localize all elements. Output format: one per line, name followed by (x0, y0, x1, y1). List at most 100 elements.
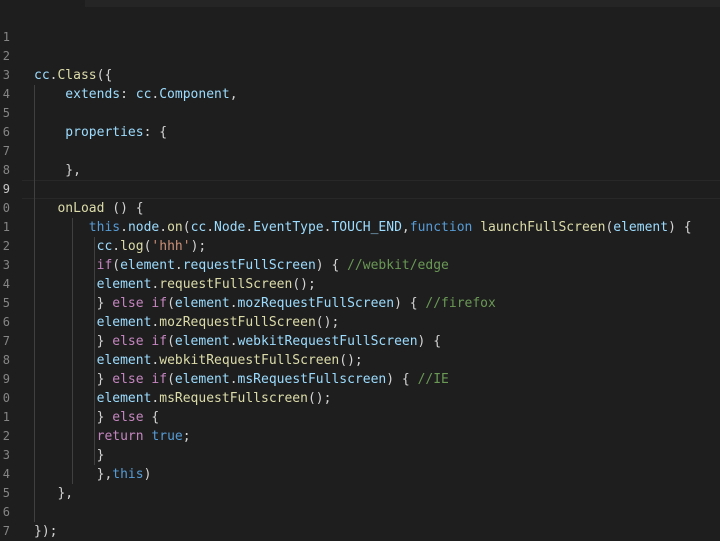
code-token: ) { (386, 372, 418, 387)
code-line[interactable]: 5 (3, 104, 720, 123)
code-token: }, (34, 486, 74, 501)
code-text: cc.log('hhh'); (34, 237, 207, 256)
code-token: element (96, 315, 152, 330)
code-token: if (151, 334, 168, 349)
code-line[interactable]: 3 if(element.requestFullScreen) { //webk… (3, 256, 720, 275)
code-token: . (229, 296, 238, 311)
code-line[interactable]: 6 (3, 503, 720, 522)
code-token: node (127, 220, 160, 235)
code-token: //IE (417, 372, 449, 387)
code-token: 'hhh' (151, 239, 191, 254)
code-token: element (96, 353, 152, 368)
code-text: cc.Class({ (34, 66, 112, 85)
code-token: cc (190, 220, 207, 235)
line-number: 4 (2, 87, 10, 101)
code-text: } else if(element.mozRequestFullScreen) … (34, 294, 496, 313)
line-number: 3 (2, 258, 10, 272)
code-token: cc (96, 239, 113, 254)
code-line[interactable]: 5 } else if(element.mozRequestFullScreen… (3, 294, 720, 313)
line-number: 9 (2, 372, 10, 386)
code-line[interactable]: 2 (3, 47, 720, 66)
code-line[interactable]: 0 element.msRequestFullscreen(); (3, 389, 720, 408)
code-line[interactable]: 1 this.node.on(cc.Node.EventType.TOUCH_E… (3, 218, 720, 237)
code-line[interactable]: 8 element.webkitRequestFullScreen(); (3, 351, 720, 370)
code-token: { (143, 410, 160, 425)
code-text: element.mozRequestFullScreen(); (34, 313, 340, 332)
code-token: ; (182, 429, 191, 444)
code-token: true (151, 429, 183, 444)
code-line[interactable]: 2 cc.log('hhh'); (3, 237, 720, 256)
code-line[interactable]: 1 (3, 28, 720, 47)
code-line[interactable]: 8 }, (3, 161, 720, 180)
code-token: function (409, 220, 473, 235)
code-text: }); (34, 522, 57, 541)
code-line[interactable]: 4 element.requestFullScreen(); (3, 275, 720, 294)
editor-tab-bar (0, 0, 720, 7)
line-number: 4 (2, 277, 10, 291)
code-token: this (88, 220, 121, 235)
code-line[interactable]: 9 } else if(element.msRequestFullscreen)… (3, 370, 720, 389)
code-token: , (229, 87, 238, 102)
code-token: on (167, 220, 183, 235)
code-line[interactable]: 5 }, (3, 484, 720, 503)
code-line[interactable]: 4 },this) (3, 465, 720, 484)
code-editor[interactable]: 1 2 3 cc.Class({4 extends: cc.Component, 5 6 … (3, 7, 720, 539)
code-token: else (112, 334, 144, 349)
line-number: 7 (2, 524, 10, 538)
code-token: ) { (394, 296, 426, 311)
code-token: cc (34, 68, 50, 83)
code-text: this.node.on(cc.Node.EventType.TOUCH_END… (34, 218, 692, 237)
code-line[interactable]: 6 element.mozRequestFullScreen(); (3, 313, 720, 332)
code-token: else (112, 296, 144, 311)
line-number: 5 (2, 486, 10, 500)
line-number: 0 (2, 201, 10, 215)
code-line[interactable]: 1 } else { (3, 408, 720, 427)
code-token: ) (143, 467, 152, 482)
line-number: 1 (2, 220, 10, 234)
code-text: } else { (34, 408, 160, 427)
code-line[interactable]: 3 } (3, 446, 720, 465)
line-number: 9 (2, 182, 10, 196)
line-number: 3 (2, 448, 10, 462)
code-line[interactable]: 9 (3, 180, 720, 200)
code-token: . (206, 220, 215, 235)
code-text: } else if(element.webkitRequestFullScree… (34, 332, 441, 351)
code-token: element (174, 372, 230, 387)
indent-guide (94, 237, 95, 465)
code-text: properties: { (34, 123, 167, 142)
code-token: //firefox (425, 296, 496, 311)
code-line[interactable]: 6 properties: { (3, 123, 720, 142)
code-line[interactable]: 7 } else if(element.webkitRequestFullScr… (3, 332, 720, 351)
code-token: . (159, 220, 168, 235)
line-number: 2 (2, 239, 10, 253)
line-number: 6 (2, 125, 10, 139)
code-line[interactable]: 3 cc.Class({ (3, 66, 720, 85)
code-token: ( (167, 334, 175, 349)
code-token: msRequestFullscreen (237, 372, 387, 387)
code-text: element.requestFullScreen(); (34, 275, 316, 294)
code-line[interactable]: 7 (3, 142, 720, 161)
code-token: (); (315, 315, 340, 330)
line-number: 2 (2, 429, 10, 443)
line-number: 5 (2, 106, 10, 120)
code-line[interactable]: 2 return true; (3, 427, 720, 446)
code-token: element (613, 220, 669, 235)
code-line[interactable]: 0 onLoad () { (3, 199, 720, 218)
line-number: 7 (2, 334, 10, 348)
code-token: . (229, 372, 238, 387)
code-token: if (151, 296, 168, 311)
code-token: (); (339, 353, 363, 368)
code-text: },this) (34, 465, 152, 484)
code-text: if(element.requestFullScreen) { //webkit… (34, 256, 449, 275)
code-token: ( (112, 258, 121, 273)
code-token: ( (182, 220, 191, 235)
code-token: if (151, 372, 168, 387)
code-line[interactable]: 7}); (3, 522, 720, 541)
code-line[interactable]: 4 extends: cc.Component, (3, 85, 720, 104)
code-token: () { (104, 201, 144, 216)
line-number: 8 (2, 353, 10, 367)
code-token: : (120, 87, 136, 102)
